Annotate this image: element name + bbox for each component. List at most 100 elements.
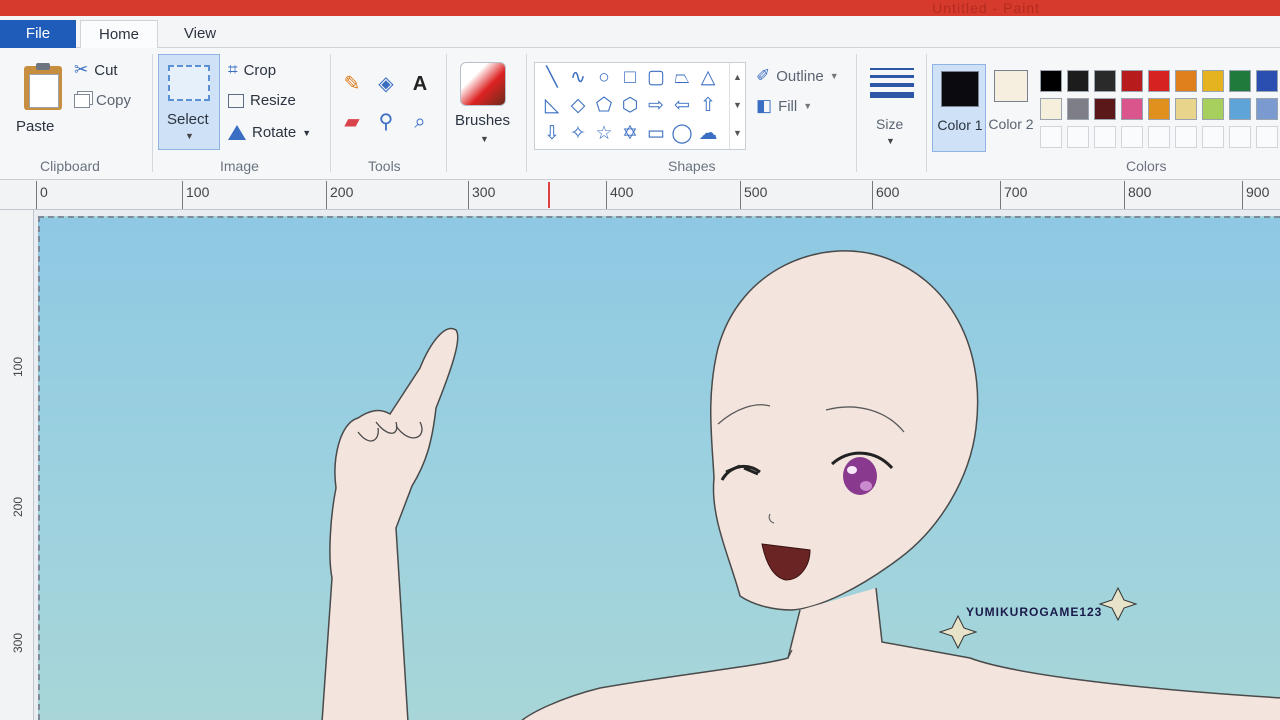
separator	[446, 54, 447, 172]
four-point-star-shape-icon[interactable]: ✧	[567, 123, 589, 145]
ribbon-tabs: File Home View	[0, 16, 1280, 48]
separator	[330, 54, 331, 172]
pentagon-shape-icon[interactable]: ⬠	[593, 95, 615, 117]
palette-swatch-empty[interactable]	[1148, 126, 1170, 148]
tab-home[interactable]: Home	[80, 20, 158, 48]
size-button[interactable]: Size ▼	[866, 56, 918, 152]
palette-swatch-empty[interactable]	[1094, 126, 1116, 148]
palette-swatch[interactable]	[1094, 98, 1116, 120]
palette-swatch[interactable]	[1202, 98, 1224, 120]
palette-swatch[interactable]	[1121, 70, 1143, 92]
rotate-button[interactable]: Rotate ▼	[228, 124, 311, 141]
select-label: Select	[167, 111, 209, 128]
palette-swatch[interactable]	[1229, 70, 1251, 92]
palette-swatch-empty[interactable]	[1202, 126, 1224, 148]
tab-file[interactable]: File	[0, 20, 76, 48]
hexagon-shape-icon[interactable]: ⬡	[619, 95, 641, 117]
palette-swatch[interactable]	[1256, 98, 1278, 120]
palette-swatch[interactable]	[1148, 70, 1170, 92]
palette-swatch[interactable]	[1094, 70, 1116, 92]
oval-shape-icon[interactable]: ○	[593, 67, 615, 89]
diamond-shape-icon[interactable]: ◇	[567, 95, 589, 117]
palette-swatch[interactable]	[1067, 70, 1089, 92]
copy-button[interactable]: Copy	[74, 92, 131, 109]
ruler-label: 300	[11, 632, 26, 654]
down-arrow-shape-icon[interactable]: ⇩	[541, 123, 563, 145]
right-arrow-shape-icon[interactable]: ⇨	[645, 95, 667, 117]
size-label: Size	[876, 116, 904, 132]
ruler-label: 200	[11, 496, 26, 518]
fill-button[interactable]: ◧ Fill ▼	[756, 96, 812, 116]
drawing: YUMIKUROGAME123	[321, 250, 1280, 720]
palette-swatch[interactable]	[1202, 70, 1224, 92]
outline-label: Outline	[776, 67, 824, 85]
curve-shape-icon[interactable]: ∿	[567, 67, 589, 89]
drawing-canvas[interactable]: YUMIKUROGAME123	[38, 216, 1280, 720]
tab-view[interactable]: View	[168, 20, 232, 48]
outline-button[interactable]: ✐ Outline ▼	[756, 66, 839, 86]
palette-swatch-empty[interactable]	[1040, 126, 1062, 148]
palette-swatch-empty[interactable]	[1256, 126, 1278, 148]
right-triangle-shape-icon[interactable]: ◺	[541, 95, 563, 117]
rectangle-shape-icon[interactable]: □	[619, 67, 641, 89]
palette-swatch[interactable]	[1067, 98, 1089, 120]
ruler-label: 700	[1004, 184, 1028, 200]
palette-swatch[interactable]	[1148, 98, 1170, 120]
fill-bucket-icon[interactable]: ◈	[374, 72, 398, 96]
triangle-shape-icon[interactable]: △	[697, 67, 719, 89]
brushes-button[interactable]: Brushes ▼	[452, 56, 518, 156]
up-arrow-shape-icon[interactable]: ⇧	[697, 95, 719, 117]
paste-button[interactable]: Paste	[8, 54, 64, 140]
ruler-label: 100	[11, 356, 26, 378]
crop-button[interactable]: Crop	[228, 60, 277, 80]
line-shape-icon[interactable]: ╲	[541, 67, 563, 89]
cut-button[interactable]: Cut	[74, 60, 117, 80]
palette-swatch[interactable]	[1229, 98, 1251, 120]
ruler-label: 800	[1128, 184, 1152, 200]
palette-swatch-empty[interactable]	[1229, 126, 1251, 148]
color1-swatch	[941, 71, 979, 107]
color1-button[interactable]: Color 1	[932, 64, 986, 152]
palette-swatch[interactable]	[1175, 98, 1197, 120]
palette-swatch[interactable]	[1040, 98, 1062, 120]
palette-swatch[interactable]	[1121, 98, 1143, 120]
size-line	[870, 83, 914, 87]
color-picker-icon[interactable]: ⚲	[374, 110, 398, 134]
ruler-tick	[606, 181, 607, 209]
resize-button[interactable]: Resize	[228, 92, 296, 109]
palette-swatch-empty[interactable]	[1067, 126, 1089, 148]
rounded-rect-shape-icon[interactable]: ▢	[645, 67, 667, 89]
ribbon: Paste Cut Copy Clipboard Select ▼ Crop R…	[0, 48, 1280, 180]
crop-label: Crop	[243, 61, 277, 79]
separator	[926, 54, 927, 172]
pencil-icon[interactable]: ✎	[340, 72, 364, 96]
ruler-tick	[36, 181, 37, 209]
chevron-down-icon: ▼	[185, 131, 194, 141]
rotate-icon	[228, 125, 246, 140]
eraser-icon[interactable]: ▰	[340, 110, 364, 134]
palette-swatch[interactable]	[1040, 70, 1062, 92]
polygon-shape-icon[interactable]: ⏢	[671, 67, 693, 89]
neck-shoulders	[521, 587, 1280, 720]
iris	[843, 457, 877, 495]
text-tool[interactable]: A	[408, 72, 432, 96]
palette-swatch-empty[interactable]	[1175, 126, 1197, 148]
ruler-label: 400	[610, 184, 634, 200]
cloud-callout-shape-icon[interactable]: ☁	[697, 123, 719, 145]
palette-swatch[interactable]	[1175, 70, 1197, 92]
oval-callout-shape-icon[interactable]: ◯	[671, 123, 693, 145]
rect-callout-shape-icon[interactable]: ▭	[645, 123, 667, 145]
six-point-star-shape-icon[interactable]: ✡	[619, 123, 641, 145]
five-point-star-shape-icon[interactable]: ☆	[593, 123, 615, 145]
brush-icon	[460, 62, 506, 106]
select-button[interactable]: Select ▼	[158, 54, 220, 150]
sparkle-star	[938, 614, 978, 650]
left-arrow-shape-icon[interactable]: ⇦	[671, 95, 693, 117]
ruler-label: 100	[186, 184, 210, 200]
copy-icon	[74, 93, 90, 108]
shapes-scroll[interactable]: ▲ ▼ ▼	[729, 63, 745, 149]
color2-button[interactable]: Color 2	[988, 64, 1034, 152]
palette-swatch[interactable]	[1256, 70, 1278, 92]
magnifier-icon[interactable]: ⌕	[408, 110, 432, 134]
palette-swatch-empty[interactable]	[1121, 126, 1143, 148]
